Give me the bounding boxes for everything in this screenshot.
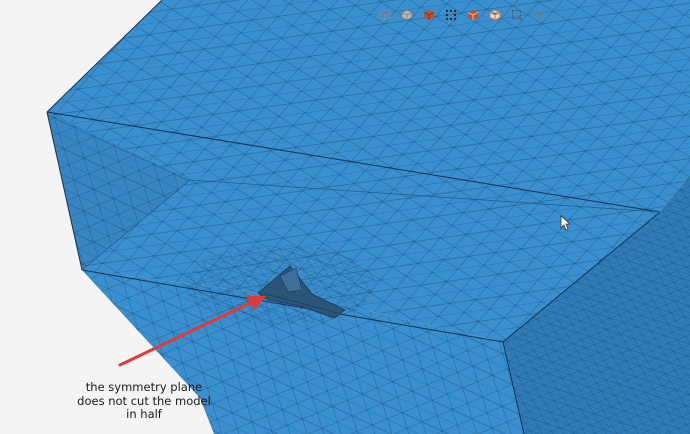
view-cube-icon [379,9,391,21]
box-select-icon [512,10,523,21]
shaded-cube-icon [401,9,413,21]
annotation-line-1: the symmetry plane [85,380,203,394]
shaded-cube-button[interactable] [398,6,416,24]
colored-cube-icon [423,10,435,20]
colored-cube-alt-icon [467,10,479,20]
mesh-viewport[interactable] [0,0,690,434]
view-toolbar [376,6,548,24]
mesh-nodes-button[interactable] [442,6,460,24]
colored-cube-button[interactable] [420,6,438,24]
mesh-nodes-icon [445,9,457,21]
colored-cube-alt-button[interactable] [464,6,482,24]
wireframe-cube-icon [489,9,501,21]
annotation-line-2: does not cut the model [77,393,211,408]
settings-button[interactable] [530,6,548,24]
box-select-button[interactable] [508,6,526,24]
wireframe-cube-button[interactable] [486,6,504,24]
annotation-label: the symmetry plane does not cut the mode… [64,380,224,422]
view-cube-button[interactable] [376,6,394,24]
settings-icon [534,10,544,20]
annotation-line-3: in half [126,407,162,421]
